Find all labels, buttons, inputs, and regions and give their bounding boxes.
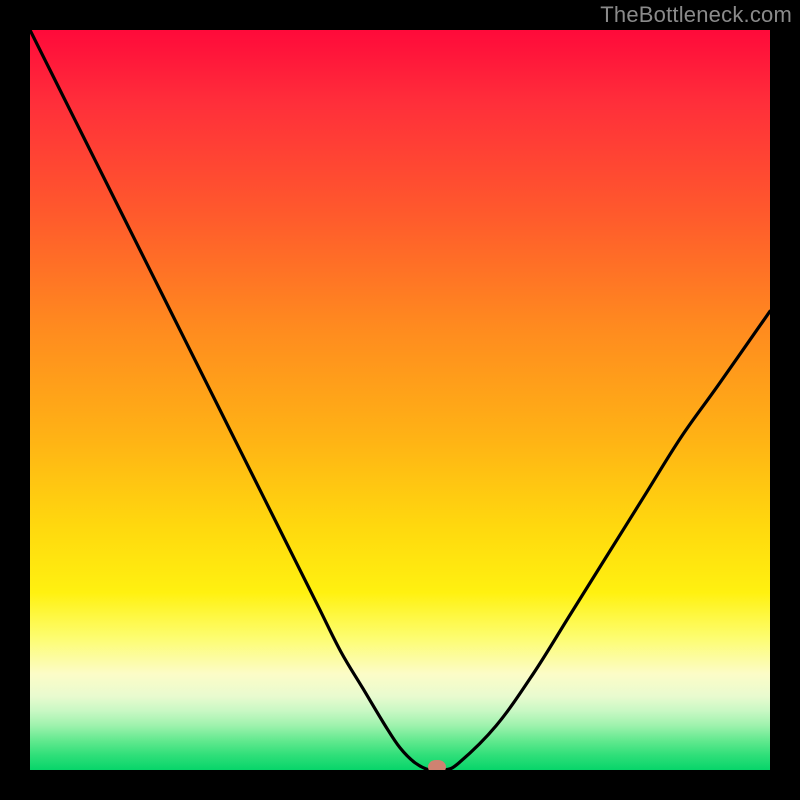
bottleneck-curve — [30, 30, 770, 770]
watermark-text: TheBottleneck.com — [600, 2, 792, 28]
chart-panel — [30, 30, 770, 770]
chart-frame: TheBottleneck.com — [0, 0, 800, 800]
optimal-marker — [428, 760, 446, 770]
